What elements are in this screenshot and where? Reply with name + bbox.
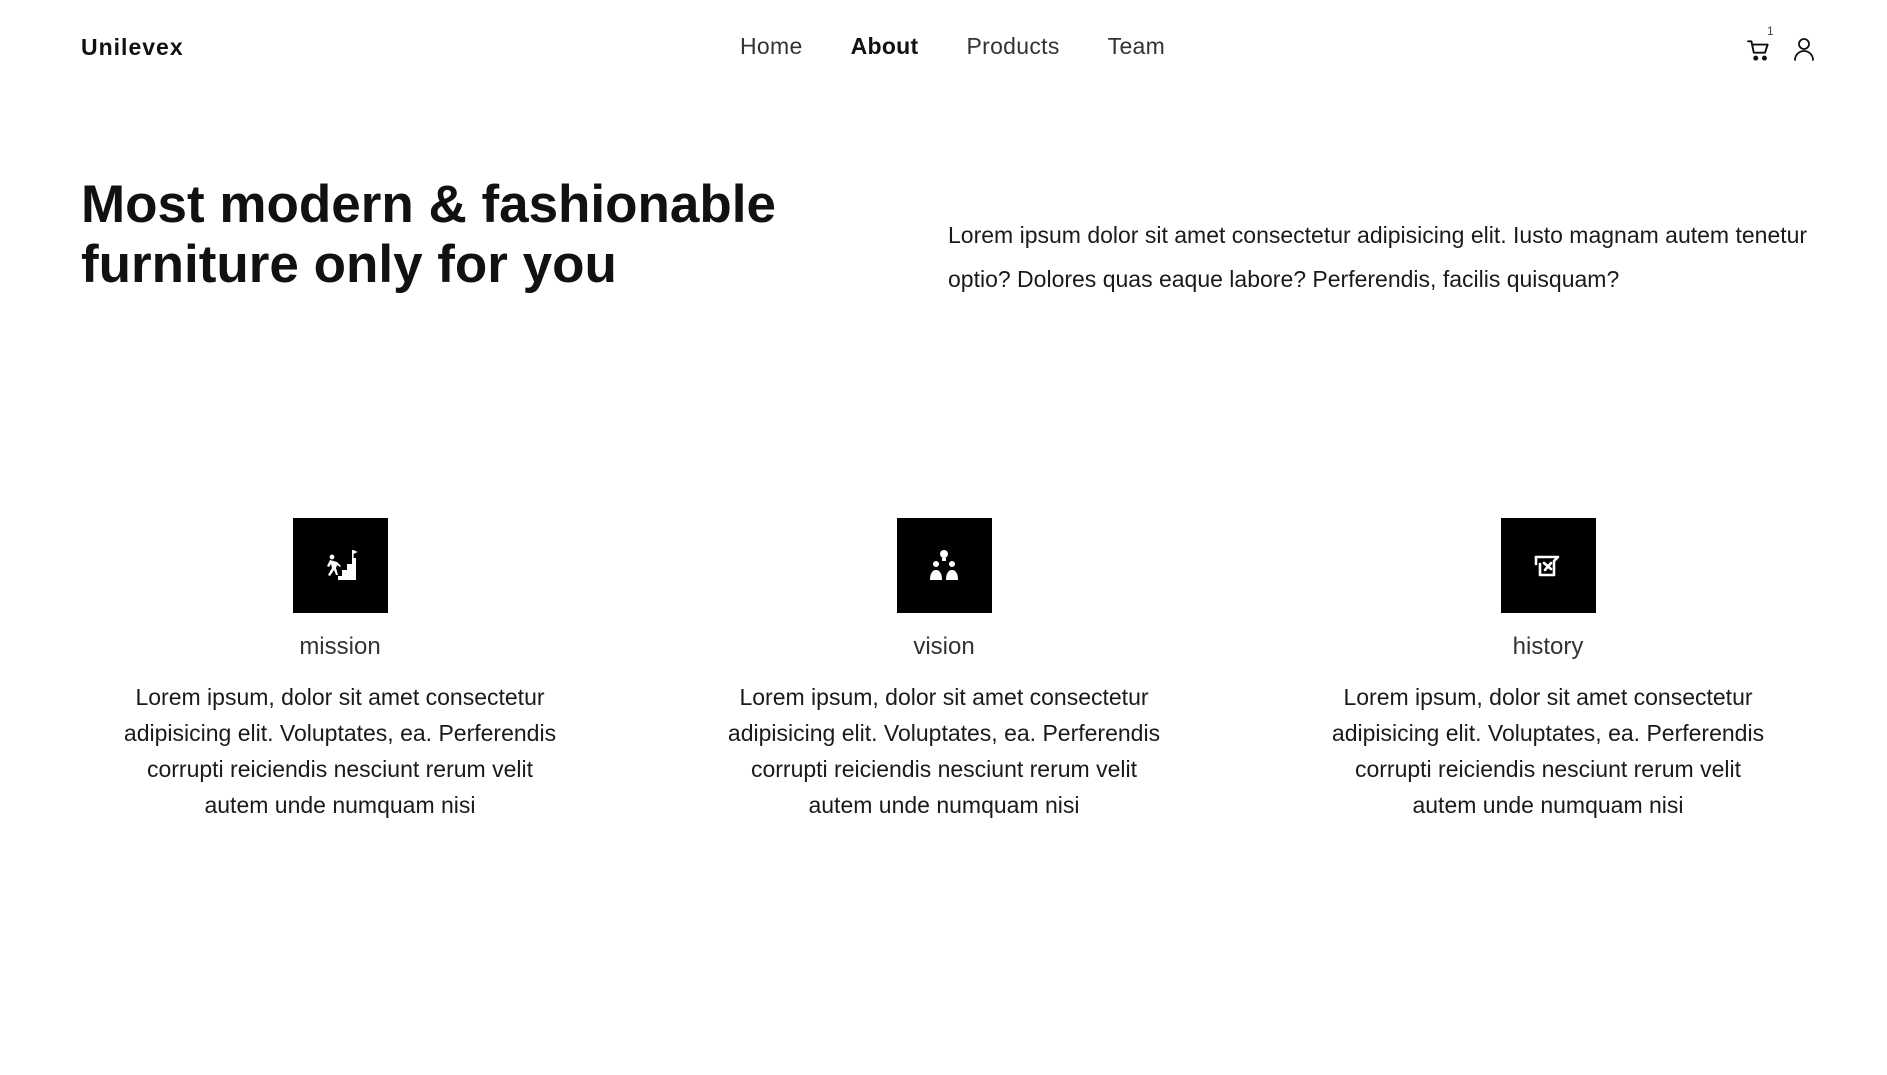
feature-history: history Lorem ipsum, dolor sit amet cons… [1318, 518, 1778, 823]
mission-icon [292, 518, 388, 613]
feature-text: Lorem ipsum, dolor sit amet consectetur … [727, 684, 1161, 818]
cart-count-badge: 1 [1767, 24, 1774, 38]
feature-text: Lorem ipsum, dolor sit amet consectetur … [123, 684, 557, 818]
history-icon [1500, 518, 1596, 613]
hero-description: Lorem ipsum dolor sit amet consectetur a… [948, 222, 1808, 292]
cart-icon[interactable] [1746, 37, 1772, 63]
feature-vision: vision Lorem ipsum, dolor sit amet conse… [714, 518, 1174, 823]
feature-title: history [1512, 633, 1584, 660]
brand-logo[interactable]: Unilevex [81, 34, 184, 61]
user-icon[interactable] [1792, 36, 1816, 62]
nav-home[interactable]: Home [740, 33, 803, 60]
feature-text: Lorem ipsum, dolor sit amet consectetur … [1331, 684, 1765, 818]
main-nav: Home About Products Team [740, 33, 1165, 60]
feature-mission: mission Lorem ipsum, dolor sit amet cons… [110, 518, 570, 823]
features-section: mission Lorem ipsum, dolor sit amet cons… [110, 518, 1810, 858]
feature-title: mission [299, 633, 381, 660]
nav-about[interactable]: About [851, 33, 919, 60]
hero-title: Most modern & fashionable furniture only… [81, 175, 776, 294]
site-header: Unilevex Home About Products Team 1 [0, 0, 1887, 100]
vision-icon [896, 518, 992, 613]
nav-products[interactable]: Products [966, 33, 1059, 60]
feature-title: vision [913, 633, 975, 660]
nav-team[interactable]: Team [1108, 33, 1165, 60]
